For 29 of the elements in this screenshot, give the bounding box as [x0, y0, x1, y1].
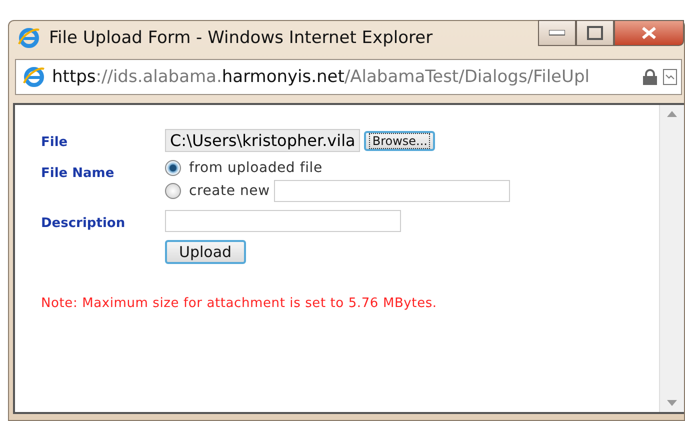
field-label: File — [41, 134, 69, 152]
scroll-up-icon[interactable] — [667, 111, 677, 117]
minimize-icon — [549, 30, 565, 36]
scroll-down-icon[interactable] — [667, 400, 677, 406]
option-label: create new — [189, 183, 270, 199]
browser-logo-icon — [22, 65, 46, 89]
url-text: https://ids.alabama.harmonyis.net/AlabamaTest/Dialogs/FileUpl — [52, 67, 590, 87]
browser-logo-icon — [17, 26, 41, 50]
description-field[interactable] — [165, 210, 401, 232]
close-button[interactable] — [614, 20, 684, 46]
radio-button[interactable] — [165, 160, 181, 176]
radio-button[interactable] — [165, 183, 181, 199]
option-label: from uploaded file — [189, 160, 322, 176]
scrollbar[interactable] — [659, 105, 684, 412]
note-text: Note: Maximum size for attachment is set to 5.76 MBytes. — [41, 296, 438, 311]
address-bar[interactable]: https://ids.alabama.harmonyis.net/AlabamaTest/Dialogs/FileUpl — [15, 59, 682, 95]
browse-button[interactable]: Browse... — [364, 130, 436, 150]
field-label: Description — [41, 215, 126, 232]
lock-icon — [643, 69, 657, 85]
minimize-button[interactable] — [538, 20, 576, 46]
new-name-field[interactable] — [274, 180, 510, 202]
maximize-button[interactable] — [576, 20, 614, 46]
upload-button[interactable]: Upload — [165, 240, 246, 264]
page-icon — [663, 69, 677, 85]
field-label: File Name — [41, 165, 116, 183]
close-icon — [641, 26, 657, 40]
maximize-icon — [587, 26, 603, 40]
file-path-field[interactable]: C:\Users\kristopher.vila — [165, 129, 360, 152]
window-title: File Upload Form - Windows Internet Explorer — [49, 28, 434, 48]
